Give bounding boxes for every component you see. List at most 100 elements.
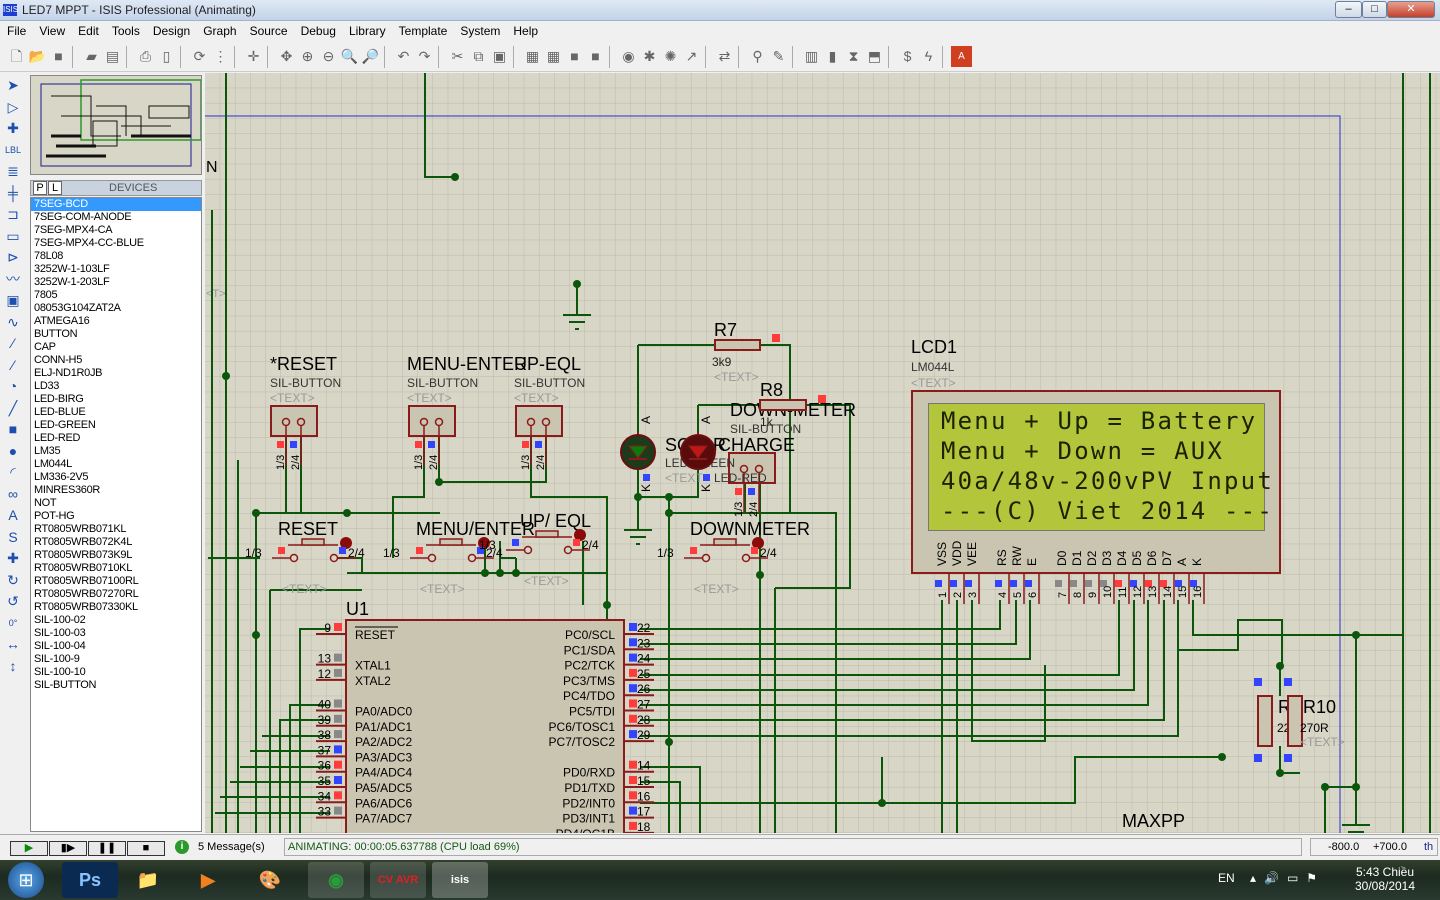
taskbar-photoshop[interactable]: Ps <box>62 862 118 898</box>
library-manager-button[interactable]: L <box>48 181 62 195</box>
property-tool-icon[interactable]: ✎ <box>768 46 789 67</box>
taskbar-codevision-avr[interactable]: CV AVR <box>370 862 426 898</box>
origin-icon[interactable]: ✛ <box>243 46 264 67</box>
pick-devices-button[interactable]: P <box>33 181 47 195</box>
start-button[interactable]: ⊞ <box>8 862 44 898</box>
export-section-icon[interactable]: ⬒ <box>864 46 885 67</box>
device-item[interactable]: LED-RED <box>31 432 201 445</box>
mirror-horizontal-icon[interactable]: ↔ <box>1 634 25 656</box>
taskbar-chrome[interactable]: ◉ <box>308 862 364 898</box>
device-item[interactable]: SIL-100-10 <box>31 666 201 679</box>
wire-label-icon[interactable]: LBL <box>1 140 25 162</box>
save-icon[interactable]: ■ <box>48 46 69 67</box>
terminals-icon[interactable]: ▭ <box>1 226 25 248</box>
taskbar-paint[interactable]: 🎨 <box>242 862 298 898</box>
bill-of-materials-icon[interactable]: $ <box>897 46 918 67</box>
device-item[interactable]: RT0805WRB07270RL <box>31 588 201 601</box>
new-icon[interactable]: 🗋 <box>6 46 27 67</box>
package-tool-icon[interactable]: ✺ <box>660 46 681 67</box>
zoom-area-icon[interactable]: 🔎 <box>360 46 381 67</box>
menu-library[interactable]: Library <box>342 22 392 38</box>
decompose-icon[interactable]: ↗ <box>681 46 702 67</box>
device-item[interactable]: BUTTON <box>31 328 201 341</box>
menu-help[interactable]: Help <box>506 22 544 38</box>
device-item[interactable]: RT0805WRB07100RL <box>31 575 201 588</box>
virtual-instruments-icon[interactable]: ◔ <box>1 376 25 398</box>
device-item[interactable]: 7SEG-MPX4-CC-BLUE <box>31 237 201 250</box>
rotate-anticlockwise-icon[interactable]: ↺ <box>1 591 25 613</box>
device-item[interactable]: LED-GREEN <box>31 419 201 432</box>
rotate-clockwise-icon[interactable]: ↻ <box>1 570 25 592</box>
mirror-vertical-icon[interactable]: ↕ <box>1 656 25 678</box>
buses-icon[interactable]: ╪ <box>1 183 25 205</box>
text-script-icon[interactable]: ≣ <box>1 161 25 183</box>
menu-file[interactable]: File <box>0 22 32 38</box>
device-item[interactable]: LED-BLUE <box>31 406 201 419</box>
device-item[interactable]: RT0805WRB0710KL <box>31 562 201 575</box>
device-item[interactable]: SIL-100-04 <box>31 640 201 653</box>
menu-tools[interactable]: Tools <box>105 22 146 38</box>
box-icon[interactable]: ■ <box>1 419 25 441</box>
copy-icon[interactable]: ⧉ <box>468 46 489 67</box>
block-move-icon[interactable]: ▦ <box>543 46 564 67</box>
menu-graph[interactable]: Graph <box>196 22 242 38</box>
device-item[interactable]: LD33 <box>31 380 201 393</box>
device-item[interactable]: 7SEG-COM-ANODE <box>31 211 201 224</box>
rotation-angle-field[interactable]: 0° <box>1 613 25 635</box>
voltage-probe-icon[interactable]: ⁄ <box>1 333 25 355</box>
device-item[interactable]: SIL-100-02 <box>31 614 201 627</box>
microcontroller-u1[interactable]: U1 9 RESET 13 XTAL1 12 XTAL2 40 PA0/ADC0 39 PA1/A… <box>316 599 654 851</box>
component-mode-icon[interactable]: ▷ <box>1 97 25 119</box>
redo-icon[interactable]: ↷ <box>414 46 435 67</box>
clock[interactable]: 5:43 Chiều 30/08/2014 <box>1350 865 1420 893</box>
goto-sheet-icon[interactable]: ⧗ <box>843 46 864 67</box>
units-label[interactable]: th <box>1424 841 1433 853</box>
open-icon[interactable]: 📂 <box>27 46 48 67</box>
undo-icon[interactable]: ↶ <box>393 46 414 67</box>
device-list[interactable]: 7SEG-BCD 7SEG-COM-ANODE 7SEG-MPX4-CA 7SEG-M… <box>30 197 202 832</box>
zoom-all-icon[interactable]: 🔍 <box>339 46 360 67</box>
device-item[interactable]: 3252W-1-203LF <box>31 276 201 289</box>
current-probe-icon[interactable]: ⁄ <box>1 355 25 377</box>
ares-icon[interactable]: A <box>951 46 972 67</box>
line-icon[interactable]: ╱ <box>1 398 25 420</box>
step-button[interactable]: ▮▶ <box>49 841 87 856</box>
minimize-button[interactable]: – <box>1335 1 1362 18</box>
device-item[interactable]: CAP <box>31 341 201 354</box>
generator-icon[interactable]: ∿ <box>1 312 25 334</box>
pick-device-icon[interactable]: ◉ <box>618 46 639 67</box>
device-item[interactable]: 08053G104ZAT2A <box>31 302 201 315</box>
device-item[interactable]: RT0805WRB073K9L <box>31 549 201 562</box>
paste-icon[interactable]: ▣ <box>489 46 510 67</box>
export-icon[interactable]: ▤ <box>102 46 123 67</box>
marker-icon[interactable]: ✚ <box>1 548 25 570</box>
device-item[interactable]: POT-HG <box>31 510 201 523</box>
device-item[interactable]: CONN-H5 <box>31 354 201 367</box>
device-item[interactable]: RT0805WRB071KL <box>31 523 201 536</box>
remove-sheet-icon[interactable]: ▮ <box>822 46 843 67</box>
subcircuit-icon[interactable]: ⊐ <box>1 204 25 226</box>
device-item[interactable]: LM044L <box>31 458 201 471</box>
tray-icons[interactable]: ▴🔊▭⚑ <box>1250 871 1325 885</box>
device-item[interactable]: 7SEG-MPX4-CA <box>31 224 201 237</box>
device-item[interactable]: ELJ-ND1R0JB <box>31 367 201 380</box>
device-item[interactable]: SIL-BUTTON <box>31 679 201 692</box>
close-button[interactable]: ✕ <box>1387 1 1435 18</box>
taskbar-media-player[interactable]: ▶ <box>180 862 236 898</box>
menu-system[interactable]: System <box>453 22 506 38</box>
zoom-in-icon[interactable]: ⊕ <box>297 46 318 67</box>
overview-window[interactable] <box>30 75 202 175</box>
wire-autorouter-icon[interactable]: ⇄ <box>714 46 735 67</box>
menu-debug[interactable]: Debug <box>294 22 342 38</box>
stop-button[interactable]: ■ <box>127 841 165 856</box>
device-item[interactable]: NOT <box>31 497 201 510</box>
junction-dot-icon[interactable]: ✚ <box>1 118 25 140</box>
zoom-out-icon[interactable]: ⊖ <box>318 46 339 67</box>
device-pins-icon[interactable]: ⊳ <box>1 247 25 269</box>
make-device-icon[interactable]: ✱ <box>639 46 660 67</box>
pause-button[interactable]: ❚❚ <box>88 841 126 856</box>
device-item[interactable]: SIL-100-03 <box>31 627 201 640</box>
device-item[interactable]: 3252W-1-103LF <box>31 263 201 276</box>
device-item[interactable]: 7805 <box>31 289 201 302</box>
play-button[interactable]: ▶ <box>10 841 48 856</box>
